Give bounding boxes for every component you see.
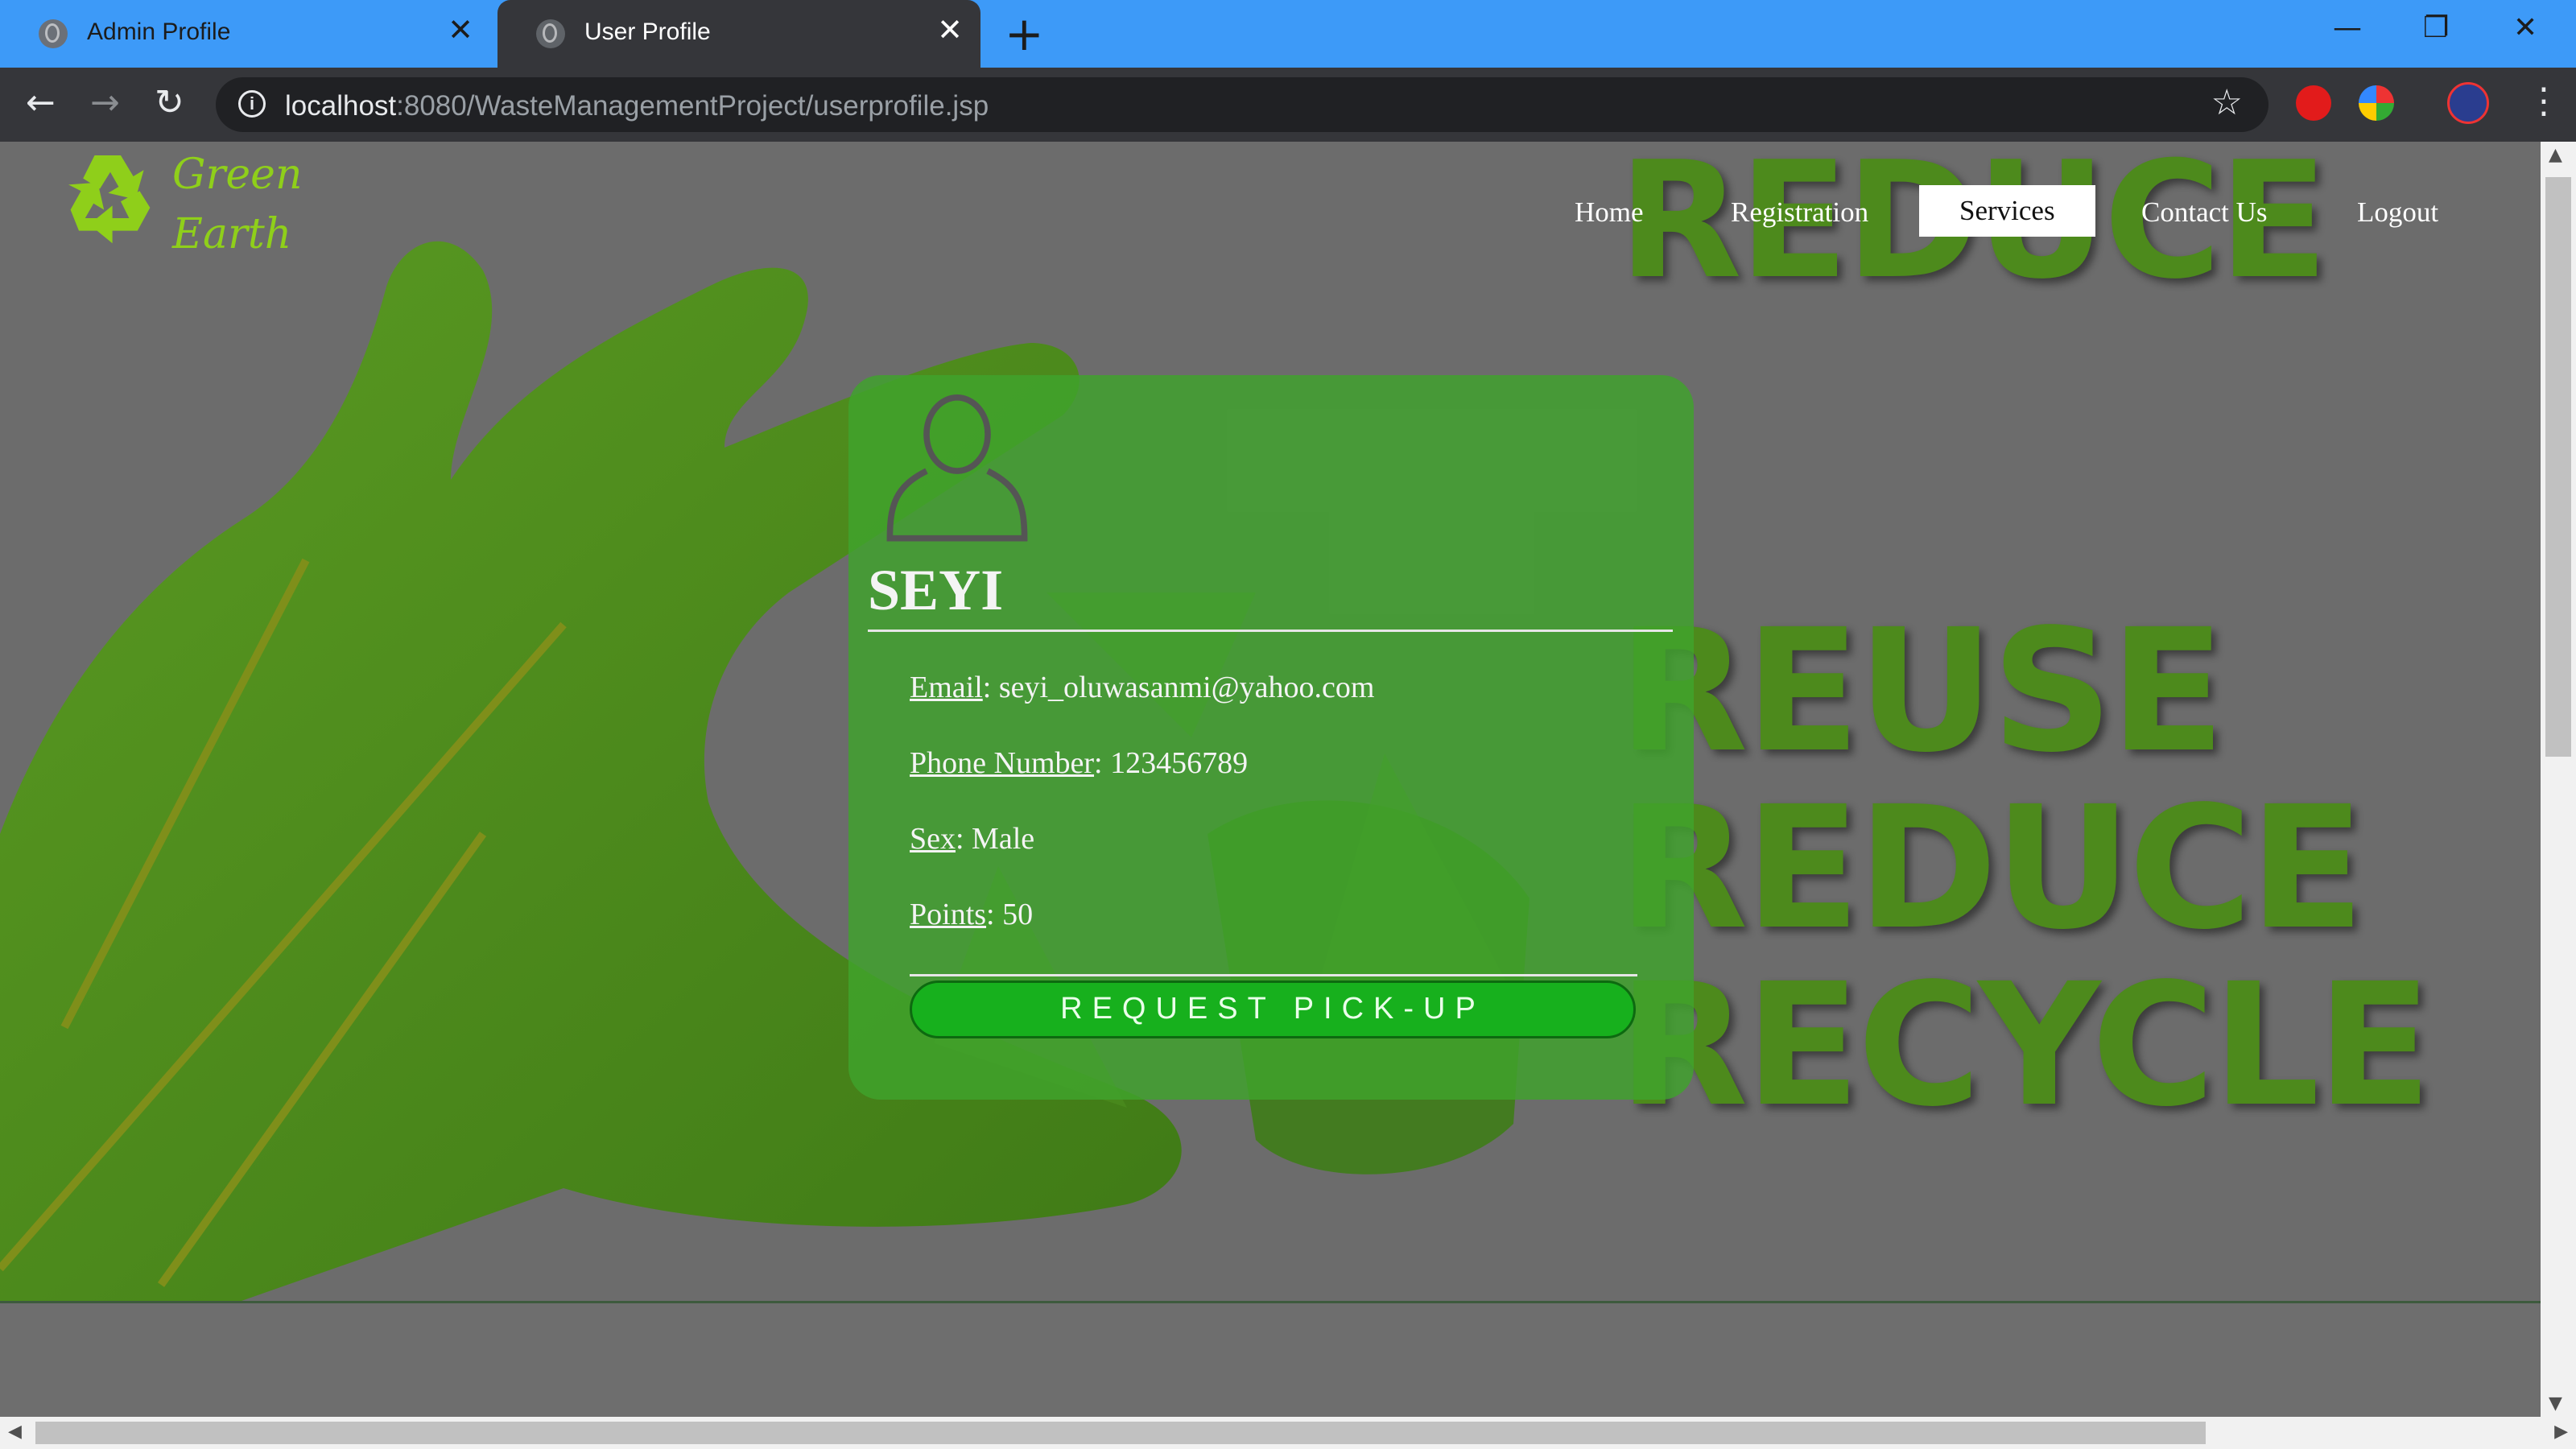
email-label: Email [910, 671, 983, 704]
nav-services[interactable]: Services [1919, 185, 2095, 237]
phone-row: Phone Number: 123456789 [910, 745, 1248, 781]
browser-tab-bar: Admin Profile ✕ User Profile ✕ + — ❐ ✕ [0, 0, 2576, 68]
scroll-left-icon[interactable]: ◀ [8, 1422, 22, 1442]
divider [910, 974, 1637, 976]
browser-toolbar: ← → ↻ i localhost:8080/WasteManagementPr… [0, 68, 2576, 142]
scroll-up-icon[interactable]: ▲ [2549, 145, 2562, 165]
logo-line-2: Earth [172, 210, 292, 258]
phone-label: Phone Number [910, 746, 1095, 780]
email-row: Email: seyi_oluwasanmi@yahoo.com [910, 670, 1374, 705]
tab-user-profile[interactable]: User Profile ✕ [497, 0, 980, 68]
email-value: : seyi_oluwasanmi@yahoo.com [982, 671, 1375, 704]
menu-kebab-icon[interactable]: ⋮ [2526, 80, 2562, 122]
sex-label: Sex [910, 822, 956, 856]
color-extension-icon[interactable] [2359, 85, 2394, 121]
window-close-icon[interactable]: ✕ [2513, 11, 2537, 44]
site-logo-text[interactable]: Green Earth [172, 145, 302, 264]
back-arrow-icon[interactable]: ← [26, 84, 56, 122]
footer-section [0, 1301, 2541, 1417]
divider [868, 630, 1673, 632]
new-tab-button[interactable]: + [1005, 10, 1044, 58]
scroll-right-icon[interactable]: ▶ [2554, 1422, 2568, 1442]
globe-icon [536, 19, 565, 48]
tab-admin-profile[interactable]: Admin Profile ✕ [0, 0, 491, 68]
url-host: localhost [285, 90, 397, 122]
tab-title: User Profile [584, 19, 711, 45]
nav-registration[interactable]: Registration [1731, 196, 1868, 229]
bookmark-star-icon[interactable]: ☆ [2211, 82, 2243, 123]
request-pickup-button[interactable]: REQUEST PICK-UP [910, 980, 1636, 1038]
background-word: REUSE [1618, 592, 2225, 790]
close-tab-icon[interactable]: ✕ [937, 14, 963, 47]
profile-card: SEYI Email: seyi_oluwasanmi@yahoo.com Ph… [848, 375, 1694, 1100]
logo-line-1: Green [172, 151, 303, 199]
reload-icon[interactable]: ↻ [155, 84, 184, 122]
vertical-scroll-thumb[interactable] [2545, 177, 2571, 757]
background-word: RECYCLE [1618, 947, 2432, 1144]
user-avatar-icon [886, 394, 1028, 542]
recycle-logo-icon [68, 155, 151, 244]
sex-value: : Male [956, 822, 1035, 856]
close-tab-icon[interactable]: ✕ [448, 14, 473, 47]
globe-icon [39, 19, 68, 48]
user-name: SEYI [868, 558, 1004, 622]
points-row: Points: 50 [910, 897, 1033, 932]
phone-value: : 123456789 [1094, 746, 1249, 780]
page-viewport: Green Earth REDUCE Home Registration Ser… [0, 142, 2541, 1417]
url-path: :8080/WasteManagementProject/userprofile… [396, 90, 989, 122]
nav-home[interactable]: Home [1575, 196, 1644, 229]
scroll-down-icon[interactable]: ▼ [2549, 1393, 2562, 1414]
forward-arrow-icon[interactable]: → [90, 84, 120, 122]
profile-avatar-icon[interactable] [2447, 82, 2489, 124]
horizontal-scroll-thumb[interactable] [35, 1422, 2206, 1444]
background-word: REDUCE [1618, 770, 2365, 967]
vertical-scrollbar[interactable]: ▲ ▼ [2541, 142, 2576, 1417]
points-label: Points [910, 898, 987, 931]
site-header: Green Earth REDUCE Home Registration Ser… [0, 142, 2541, 315]
horizontal-scrollbar[interactable]: ◀ ▶ [0, 1417, 2576, 1449]
nav-contact-us[interactable]: Contact Us [2141, 196, 2268, 229]
url-text: localhost:8080/WasteManagementProject/us… [285, 90, 989, 122]
minimize-icon[interactable]: — [2333, 11, 2362, 44]
address-bar[interactable]: i localhost:8080/WasteManagementProject/… [216, 77, 2268, 132]
adblock-extension-icon[interactable] [2296, 85, 2331, 121]
restore-icon[interactable]: ❐ [2423, 11, 2449, 44]
site-info-icon[interactable]: i [238, 90, 266, 118]
sex-row: Sex: Male [910, 821, 1034, 857]
tab-title: Admin Profile [87, 19, 231, 45]
points-value: : 50 [986, 898, 1034, 931]
nav-logout[interactable]: Logout [2357, 196, 2438, 229]
